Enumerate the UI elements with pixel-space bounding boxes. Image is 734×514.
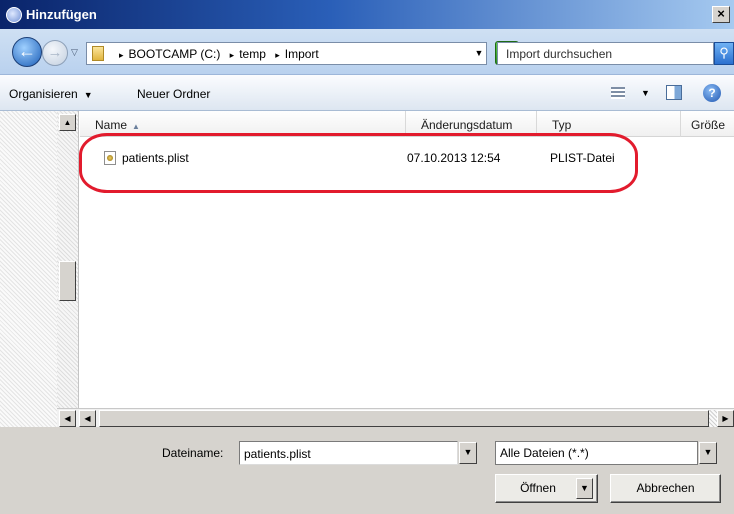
preview-pane-icon[interactable] <box>666 85 682 100</box>
filetype-select[interactable]: Alle Dateien (*.*) <box>495 441 698 465</box>
sort-arrow-icon: ▲ <box>132 122 140 131</box>
itunes-icon <box>6 7 22 23</box>
folder-icon <box>92 46 104 61</box>
breadcrumb-item[interactable]: temp <box>239 47 266 61</box>
column-header-size[interactable]: Größe <box>681 111 734 137</box>
horizontal-scrollbar[interactable]: ◀ ◀ ▶ <box>57 408 734 427</box>
toolbar: Organisieren ▼ Neuer Ordner ▼ ? <box>0 75 734 111</box>
scroll-track[interactable] <box>709 410 717 427</box>
forward-button[interactable]: → <box>42 40 68 66</box>
back-button[interactable]: ← <box>12 37 42 67</box>
open-options-dropdown-icon[interactable]: ▼ <box>576 478 593 499</box>
cancel-button[interactable]: Abbrechen <box>610 474 721 503</box>
close-button[interactable]: × <box>712 6 730 23</box>
horizontal-scroll-thumb[interactable] <box>99 410 709 427</box>
scroll-left-button[interactable]: ◀ <box>59 410 76 427</box>
chevron-down-icon: ▼ <box>83 90 93 100</box>
scroll-right-button[interactable]: ▶ <box>717 410 734 427</box>
filename-label: Dateiname: <box>162 446 224 460</box>
breadcrumb-item[interactable]: BOOTCAMP (C:) <box>129 47 221 61</box>
search-icon[interactable]: ⚲ <box>714 42 734 65</box>
scroll-thumb[interactable] <box>59 261 76 301</box>
annotation-highlight-ellipse <box>79 133 638 193</box>
window-title: Hinzufügen <box>26 7 97 22</box>
breadcrumb-item[interactable]: Import <box>285 47 319 61</box>
filetype-dropdown-icon[interactable]: ▼ <box>699 442 717 464</box>
view-mode-icon[interactable] <box>611 87 625 99</box>
scroll-left-button-2[interactable]: ◀ <box>79 410 96 427</box>
open-button[interactable]: Öffnen ▼ <box>495 474 598 503</box>
scroll-up-button[interactable]: ▲ <box>59 114 76 131</box>
view-dropdown-icon[interactable]: ▼ <box>641 88 650 98</box>
new-folder-button[interactable]: Neuer Ordner <box>137 87 210 101</box>
breadcrumb: ▸ BOOTCAMP (C:) ▸ temp ▸ Import <box>119 47 319 61</box>
filename-dropdown-icon[interactable]: ▼ <box>459 442 477 464</box>
address-bar[interactable]: ▸ BOOTCAMP (C:) ▸ temp ▸ Import ▼ <box>86 42 487 65</box>
help-icon[interactable]: ? <box>703 84 721 102</box>
history-dropdown-icon[interactable]: ▽ <box>71 47 78 58</box>
address-dropdown-icon[interactable]: ▼ <box>472 48 486 58</box>
navigation-pane[interactable] <box>0 111 57 427</box>
organize-button[interactable]: Organisieren ▼ <box>9 87 93 101</box>
title-bar: Hinzufügen × <box>0 0 734 29</box>
address-row: ← → ▽ ▸BOOTCAMP (C:) ▸temp ▸Import ▼ ⇄ I… <box>0 29 734 75</box>
dialog-footer: Dateiname: patients.plist ▼ Alle Dateien… <box>0 427 734 514</box>
filename-input[interactable]: patients.plist <box>239 441 458 465</box>
search-input[interactable]: Import durchsuchen <box>497 42 714 65</box>
